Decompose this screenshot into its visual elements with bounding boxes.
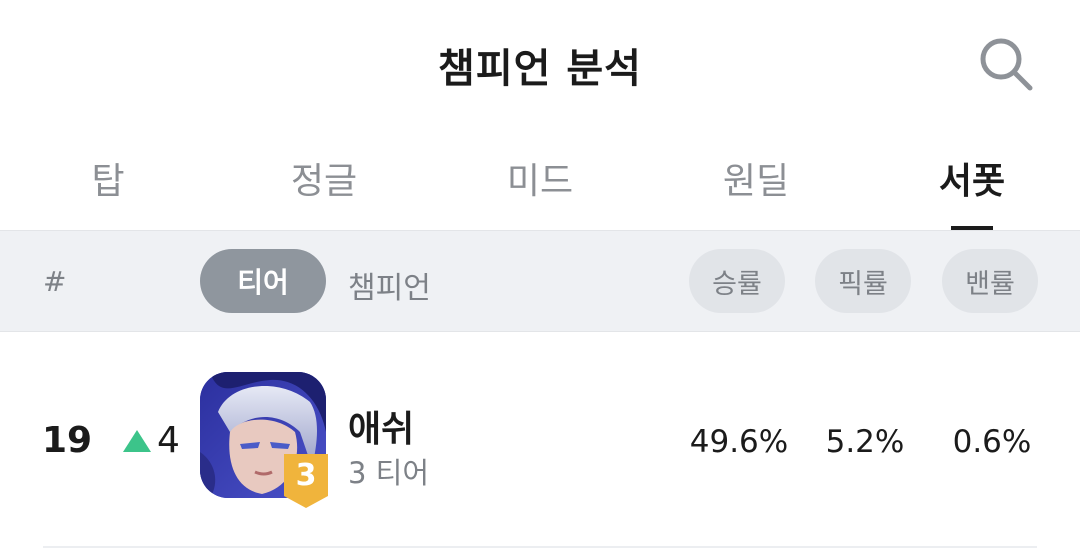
- tab-adc[interactable]: 원딜: [676, 152, 836, 204]
- trend-up-icon: [123, 430, 151, 452]
- tab-mid[interactable]: 미드: [460, 152, 620, 204]
- win-rate-value: 49.6%: [689, 424, 789, 460]
- rank-column-header: #: [43, 265, 67, 298]
- tier-badge-number: 3: [295, 458, 317, 493]
- sort-pick-rate-button[interactable]: 픽률: [815, 249, 911, 313]
- pick-rate-value: 5.2%: [825, 424, 905, 460]
- ban-rate-value: 0.6%: [952, 424, 1032, 460]
- search-button[interactable]: [976, 34, 1036, 94]
- tab-jungle[interactable]: 정글: [244, 152, 404, 204]
- position-tabs: 탑 정글 미드 원딜 서폿: [0, 140, 1080, 230]
- app-header: 챔피언 분석: [0, 0, 1080, 130]
- tab-top[interactable]: 탑: [28, 152, 188, 204]
- row-divider: [43, 546, 1037, 548]
- champion-tier-text: 3 티어: [348, 456, 430, 490]
- champion-row[interactable]: 19 4 3 애쉬 3 티어 49.6% 5.2% 0.6%: [0, 332, 1080, 550]
- search-icon: [980, 38, 1033, 91]
- rank-change-value: 4: [157, 420, 180, 461]
- sort-ban-rate-button[interactable]: 밴률: [942, 249, 1038, 313]
- champion-name[interactable]: 애쉬: [348, 400, 414, 452]
- page-title: 챔피언 분석: [438, 46, 642, 92]
- sort-champion-button[interactable]: 챔피언: [348, 263, 431, 307]
- rank-number: 19: [42, 420, 93, 461]
- sort-win-rate-button[interactable]: 승률: [689, 249, 785, 313]
- tab-support[interactable]: 서폿: [892, 152, 1052, 204]
- sort-tier-button[interactable]: 티어: [200, 249, 326, 313]
- sort-bar: # 티어 챔피언 승률 픽률 밴률: [0, 230, 1080, 332]
